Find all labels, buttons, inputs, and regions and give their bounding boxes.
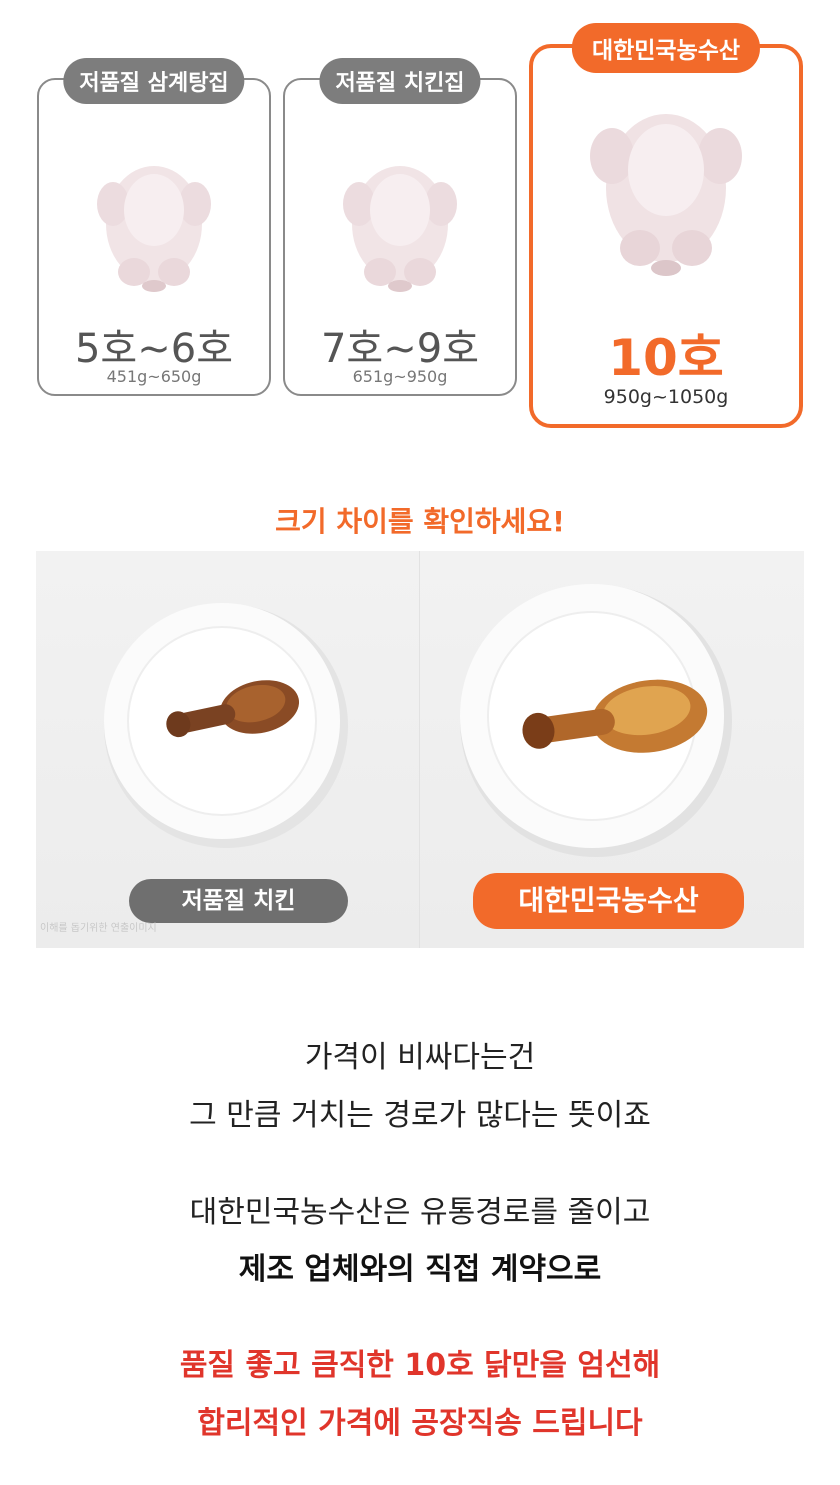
- copy-line-4: 제조 업체와의 직접 계약으로: [238, 1252, 602, 1287]
- copy-line-1: 가격이 비싸다는건: [304, 1040, 536, 1075]
- brand-chicken-label: 대한민국농수산: [473, 873, 744, 929]
- size-card-chicken-shop: 저품질 치킨집 7호~9호 651g~950g: [283, 58, 517, 396]
- raw-chicken-image: [590, 114, 742, 276]
- copy-line-3: 대한민국농수산은 유통경로를 줄이고: [189, 1195, 651, 1230]
- size-card-samgyetang: 저품질 삼계탕집 5호~6호 451g~650g: [37, 58, 271, 396]
- chicken-size-label: 7호~9호: [320, 326, 479, 372]
- chicken-weight-label: 451g~650g: [106, 367, 202, 386]
- photo-divider: [419, 551, 420, 948]
- size-card-highlight: 대한민국농수산 10호 950g~1050g: [529, 23, 803, 428]
- card-tag-highlight: 대한민국농수산: [571, 23, 761, 73]
- chicken-weight-label: 651g~950g: [352, 367, 448, 386]
- raw-chicken-image: [343, 166, 457, 292]
- chicken-weight-label-highlight: 950g~1050g: [603, 386, 729, 408]
- low-quality-chicken-label: 저품질 치킨: [129, 879, 348, 923]
- card-tag: 저품질 치킨집: [319, 58, 481, 104]
- chicken-size-label: 5호~6호: [74, 326, 233, 372]
- drumstick-comparison-photo: 저품질 치킨 대한민국농수산 이해를 돕기위한 연출이미지: [36, 551, 804, 948]
- copy-line-6: 합리적인 가격에 공장직송 드립니다: [197, 1406, 643, 1441]
- chicken-size-label-highlight: 10호: [608, 329, 724, 387]
- raw-chicken-image: [97, 166, 211, 292]
- copy-line-2: 그 만큼 거치는 경로가 많다는 뜻이죠: [189, 1098, 651, 1133]
- image-disclaimer: 이해를 돕기위한 연출이미지: [40, 923, 157, 934]
- card-tag: 저품질 삼계탕집: [63, 58, 245, 104]
- copy-line-5: 품질 좋고 큼직한 10호 닭만을 엄선해: [179, 1348, 661, 1383]
- compare-title: 크기 차이를 확인하세요!: [275, 505, 565, 538]
